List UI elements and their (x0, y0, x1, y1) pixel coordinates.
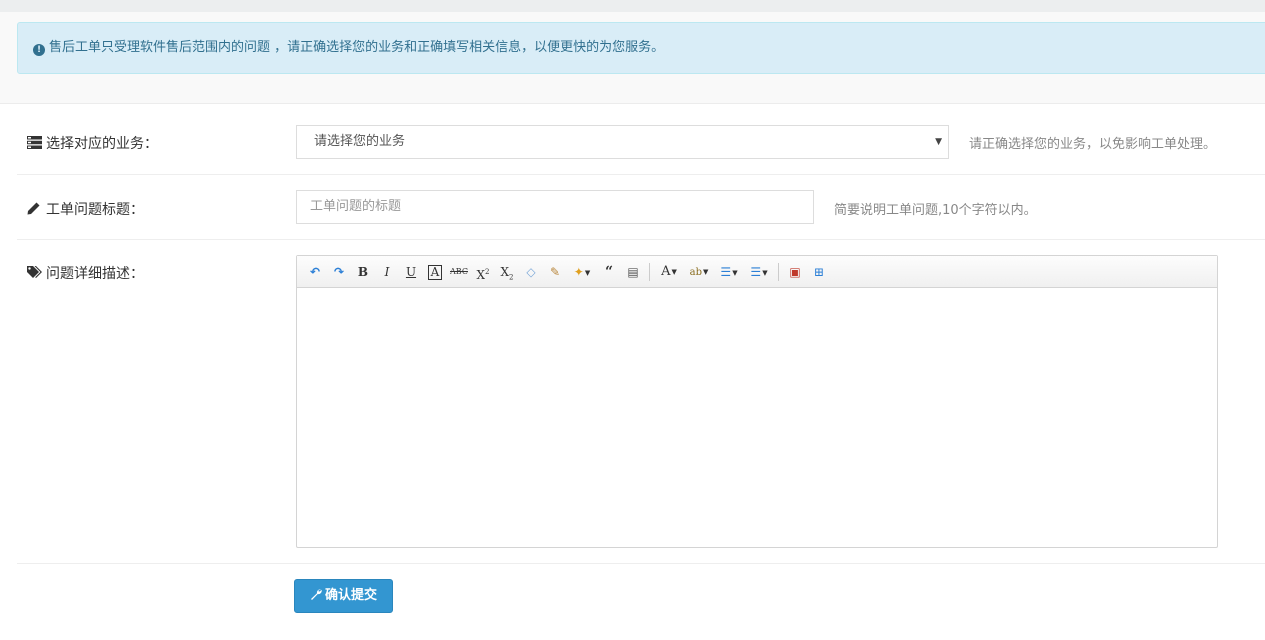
strikethrough-icon[interactable]: ABC (449, 262, 469, 282)
image-icon[interactable]: ▣ (785, 262, 805, 282)
pencil-icon (27, 202, 42, 215)
business-select[interactable]: 请选择您的业务 ▼ (296, 125, 949, 159)
italic-icon[interactable]: I (377, 262, 397, 282)
exclamation-circle-icon: ! (33, 44, 45, 56)
title-label-text: 工单问题标题： (46, 202, 144, 218)
detail-label: 问题详细描述： (27, 263, 144, 283)
subscript-icon[interactable]: X2 (497, 262, 517, 282)
notice-text: 售后工单只受理软件售后范围内的问题 ，请正确选择您的业务和正确填写相关信息，以便… (49, 40, 665, 55)
font-color-icon[interactable]: A▼ (656, 262, 682, 282)
editor-toolbar: ↶ ↷ B I U A ABC X2 X2 ◇ ✎ ✦▼ “▤ A▼ ab▼ ☰▼ ☰▼ ▣ ⊞ (297, 256, 1217, 288)
business-select-value: 请选择您的业务 (314, 134, 406, 149)
underline-icon[interactable]: U (401, 262, 421, 282)
title-input-placeholder: 工单问题的标题 (310, 199, 402, 214)
magic-wand-icon[interactable]: ✦▼ (569, 262, 595, 282)
editor-content-area[interactable] (297, 288, 1217, 548)
unordered-list-icon[interactable]: ☰▼ (746, 262, 772, 282)
bold-icon[interactable]: B (353, 262, 373, 282)
toolbar-separator (778, 263, 779, 281)
text-border-icon[interactable]: A (425, 262, 445, 282)
business-label-text: 选择对应的业务： (46, 136, 158, 152)
business-help: 请正确选择您的业务，以免影响工单处理。 (969, 137, 1217, 152)
wrench-icon (310, 581, 322, 613)
rich-text-editor[interactable]: ↶ ↷ B I U A ABC X2 X2 ◇ ✎ ✦▼ “▤ A▼ ab▼ ☰▼ ☰▼ ▣ ⊞ (296, 255, 1218, 548)
undo-icon[interactable]: ↶ (305, 262, 325, 282)
paste-plain-icon[interactable]: ▤ (623, 262, 643, 282)
server-icon (27, 136, 42, 149)
blockquote-icon[interactable]: “ (599, 262, 619, 282)
notice-alert: ! 售后工单只受理软件售后范围内的问题 ，请正确选择您的业务和正确填写相关信息，以… (17, 22, 1265, 74)
top-bar (0, 0, 1265, 12)
highlight-icon[interactable]: ab▼ (686, 262, 712, 282)
title-input[interactable]: 工单问题的标题 (296, 190, 814, 224)
submit-button[interactable]: 确认提交 (294, 579, 393, 613)
insert-media-icon[interactable]: ⊞ (809, 262, 829, 282)
ordered-list-icon[interactable]: ☰▼ (716, 262, 742, 282)
business-label: 选择对应的业务： (27, 133, 158, 153)
chevron-down-icon: ▼ (935, 137, 942, 147)
superscript-icon[interactable]: X2 (473, 262, 493, 282)
format-brush-icon[interactable]: ✎ (545, 262, 565, 282)
detail-label-text: 问题详细描述： (46, 266, 144, 282)
tags-icon (27, 266, 42, 279)
eraser-icon[interactable]: ◇ (521, 262, 541, 282)
title-help: 简要说明工单问题,10个字符以内。 (834, 203, 1037, 218)
redo-icon[interactable]: ↷ (329, 262, 349, 282)
toolbar-separator (649, 263, 650, 281)
title-label: 工单问题标题： (27, 199, 144, 219)
submit-label: 确认提交 (324, 588, 377, 603)
